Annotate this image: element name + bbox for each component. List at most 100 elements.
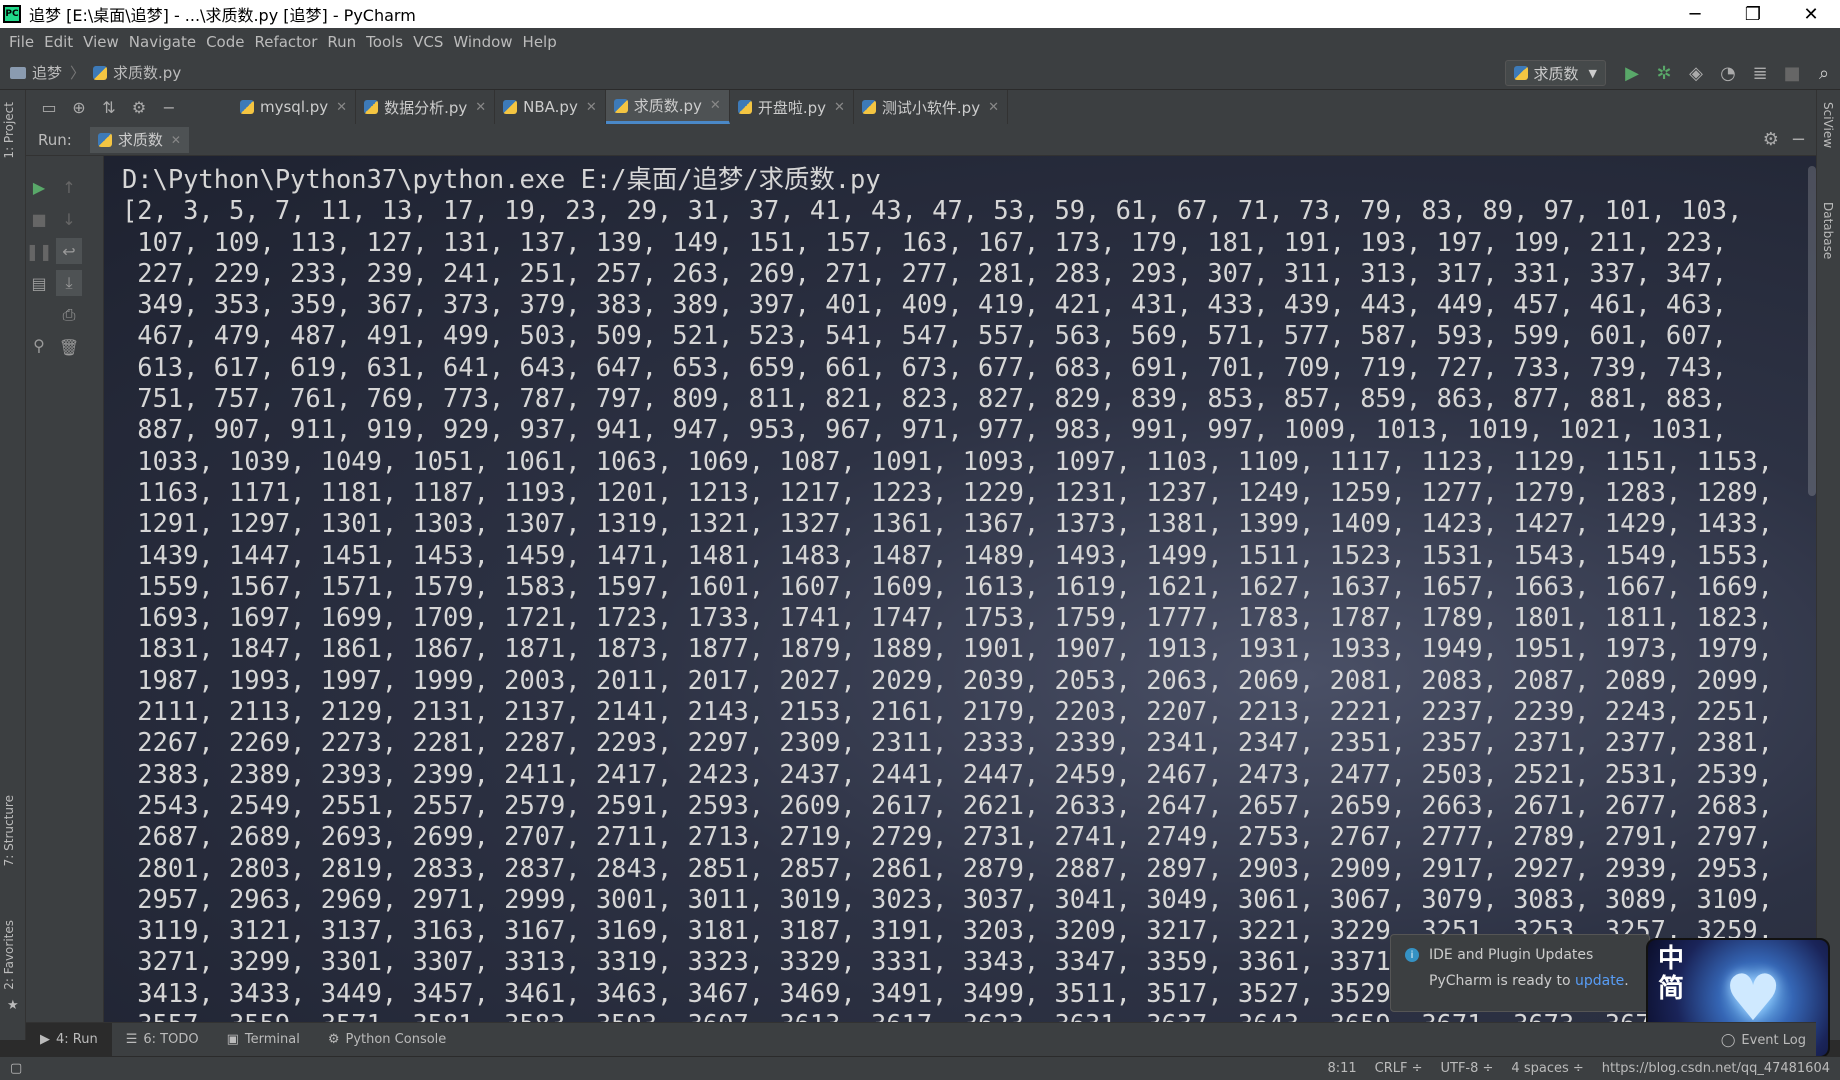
event-log-label: Event Log [1741, 1032, 1806, 1048]
list-icon: ☰ [125, 1032, 138, 1047]
python-file-icon [364, 100, 379, 114]
pin-icon[interactable]: ⚲ [26, 332, 52, 358]
menu-refactor[interactable]: Refactor [249, 33, 322, 51]
menu-window[interactable]: Window [448, 33, 517, 51]
restore-button[interactable]: ❐ [1724, 0, 1782, 28]
menu-file[interactable]: File [4, 33, 39, 51]
run-tab-label: 求质数 [117, 131, 163, 149]
scroll-to-end-icon[interactable]: ⤓ [56, 270, 82, 296]
collapse-icon[interactable]: ⇅ [94, 92, 124, 122]
menu-help[interactable]: Help [518, 33, 562, 51]
print-icon[interactable]: ⎙ [56, 302, 82, 328]
caret-position[interactable]: 8:11 [1327, 1061, 1356, 1076]
run-icon: ▶ [40, 1032, 50, 1047]
console-output[interactable]: D:\Python\Python37\python.exe E:/桌面/追梦/求… [104, 156, 1816, 1022]
arrow-down-icon[interactable]: ↓ [56, 206, 82, 232]
gear-icon[interactable]: ⚙ [124, 92, 154, 122]
tab-nba[interactable]: NBA.py ✕ [495, 90, 606, 124]
tab-todo-label: 6: TODO [143, 1032, 199, 1047]
profile-icon[interactable]: ◔ [1712, 57, 1744, 89]
arrow-up-icon[interactable]: ↑ [56, 174, 82, 200]
concurrency-icon[interactable]: ≣ [1744, 57, 1776, 89]
close-icon[interactable]: ✕ [171, 133, 181, 147]
soft-wrap-icon[interactable]: ↩ [56, 238, 82, 264]
title-bar: PC 追梦 [E:\桌面\追梦] - ...\求质数.py [追梦] - PyC… [0, 0, 1840, 28]
database-tool-button[interactable]: Database [1821, 202, 1835, 259]
locate-icon[interactable]: ⊕ [64, 92, 94, 122]
left-tool-strip: 1: Project 7: Structure 2: Favorites ★ [0, 90, 26, 1040]
notification-body: PyCharm is ready to [1429, 973, 1575, 989]
heart-icon: ♥ [1724, 962, 1782, 1036]
line-separator[interactable]: CRLF ÷ [1375, 1061, 1423, 1076]
gear-icon[interactable]: ⚙ [1763, 129, 1779, 150]
debug-icon[interactable]: ✲ [1648, 57, 1680, 89]
project-tool-button[interactable]: 1: Project [2, 102, 16, 159]
tab-mysql[interactable]: mysql.py ✕ [232, 90, 357, 124]
menu-tools[interactable]: Tools [361, 33, 408, 51]
run-icon[interactable]: ▶ [1616, 57, 1648, 89]
favorites-tool-button[interactable]: 2: Favorites [2, 920, 16, 990]
indent-setting[interactable]: 4 spaces ÷ [1511, 1061, 1583, 1076]
event-log-button[interactable]: ◯ Event Log [1721, 1023, 1806, 1057]
menu-navigate[interactable]: Navigate [124, 33, 201, 51]
run-configuration-select[interactable]: 求质数 ▼ [1504, 60, 1606, 86]
menu-vcs[interactable]: VCS [408, 33, 448, 51]
hide-icon[interactable]: − [1791, 129, 1806, 150]
close-icon[interactable]: ✕ [834, 100, 845, 115]
python-icon: ⚙ [327, 1032, 340, 1047]
close-icon[interactable]: ✕ [710, 98, 721, 113]
bottom-tool-bar: ▶ 4: Run ☰ 6: TODO ▣ Terminal ⚙ Python Conso… [26, 1022, 1816, 1057]
menu-edit[interactable]: Edit [39, 33, 78, 51]
tab-terminal[interactable]: ▣ Terminal [213, 1023, 314, 1057]
python-file-icon [93, 65, 108, 80]
stop-icon[interactable]: ■ [1776, 57, 1808, 89]
tab-prime-numbers[interactable]: 求质数.py ✕ [605, 90, 730, 124]
rerun-icon[interactable]: ▶ [26, 174, 52, 200]
tab-label: mysql.py [260, 98, 329, 116]
menu-run[interactable]: Run [322, 33, 361, 51]
close-icon[interactable]: ✕ [988, 100, 999, 115]
close-icon[interactable]: ✕ [475, 100, 486, 115]
tab-python-console-label: Python Console [345, 1032, 447, 1047]
trash-icon[interactable]: 🗑 [56, 334, 82, 360]
menu-view[interactable]: View [78, 33, 124, 51]
tab-kaipanla[interactable]: 开盘啦.py ✕ [730, 90, 854, 124]
minimize-button[interactable]: ─ [1666, 0, 1724, 28]
run-tab[interactable]: 求质数 ✕ [89, 126, 189, 153]
breadcrumb-project[interactable]: 追梦 [32, 62, 62, 83]
tab-run[interactable]: ▶ 4: Run [26, 1022, 112, 1057]
editor-tab-bar: ▭ ⊕ ⇅ ⚙ − mysql.py ✕ 数据分析.py ✕ NBA.py ✕ … [26, 90, 1816, 124]
close-button[interactable]: ✕ [1782, 0, 1840, 28]
hide-icon[interactable]: − [154, 92, 184, 122]
breadcrumb-file[interactable]: 求质数.py [113, 62, 181, 83]
coverage-icon[interactable]: ◈ [1680, 57, 1712, 89]
sciview-tool-button[interactable]: SciView [1821, 102, 1835, 148]
tab-todo[interactable]: ☰ 6: TODO [112, 1023, 213, 1057]
pycharm-logo-icon: PC [3, 5, 21, 23]
pause-icon[interactable]: ❚❚ [26, 238, 53, 264]
tab-python-console[interactable]: ⚙ Python Console [314, 1023, 460, 1057]
star-icon: ★ [7, 998, 19, 1013]
tab-run-label: 4: Run [56, 1032, 98, 1047]
menu-code[interactable]: Code [201, 33, 249, 51]
close-icon[interactable]: ✕ [336, 100, 347, 115]
search-icon[interactable]: ⌕ [1808, 57, 1840, 89]
window-layout-icon[interactable]: ▭ [34, 92, 64, 122]
chevron-down-icon: ▼ [1588, 66, 1597, 80]
layout-toggle-icon[interactable]: ▢ [10, 1061, 22, 1076]
tab-data-analysis[interactable]: 数据分析.py ✕ [356, 90, 496, 124]
vertical-scrollbar[interactable] [1808, 166, 1816, 496]
file-encoding[interactable]: UTF-8 ÷ [1441, 1061, 1494, 1076]
tab-label: 数据分析.py [384, 98, 468, 117]
run-toolbar: ▶ ↑ ■ ↓ ❚❚ ↩ ▤ ⤓ ⎙ ⚲ 🗑 [26, 156, 104, 1022]
close-icon[interactable]: ✕ [586, 100, 597, 115]
update-link[interactable]: update [1575, 973, 1624, 989]
tab-test-app[interactable]: 测试小软件.py ✕ [854, 90, 1008, 124]
python-file-icon [861, 100, 876, 114]
layout-icon[interactable]: ▤ [26, 270, 52, 296]
project-tool-actions: ▭ ⊕ ⇅ ⚙ − [26, 92, 232, 122]
stop-icon[interactable]: ■ [26, 206, 52, 232]
notification-title: IDE and Plugin Updates [1429, 947, 1594, 963]
avatar-char-2: 简 [1658, 974, 1685, 1004]
structure-tool-button[interactable]: 7: Structure [2, 795, 16, 866]
